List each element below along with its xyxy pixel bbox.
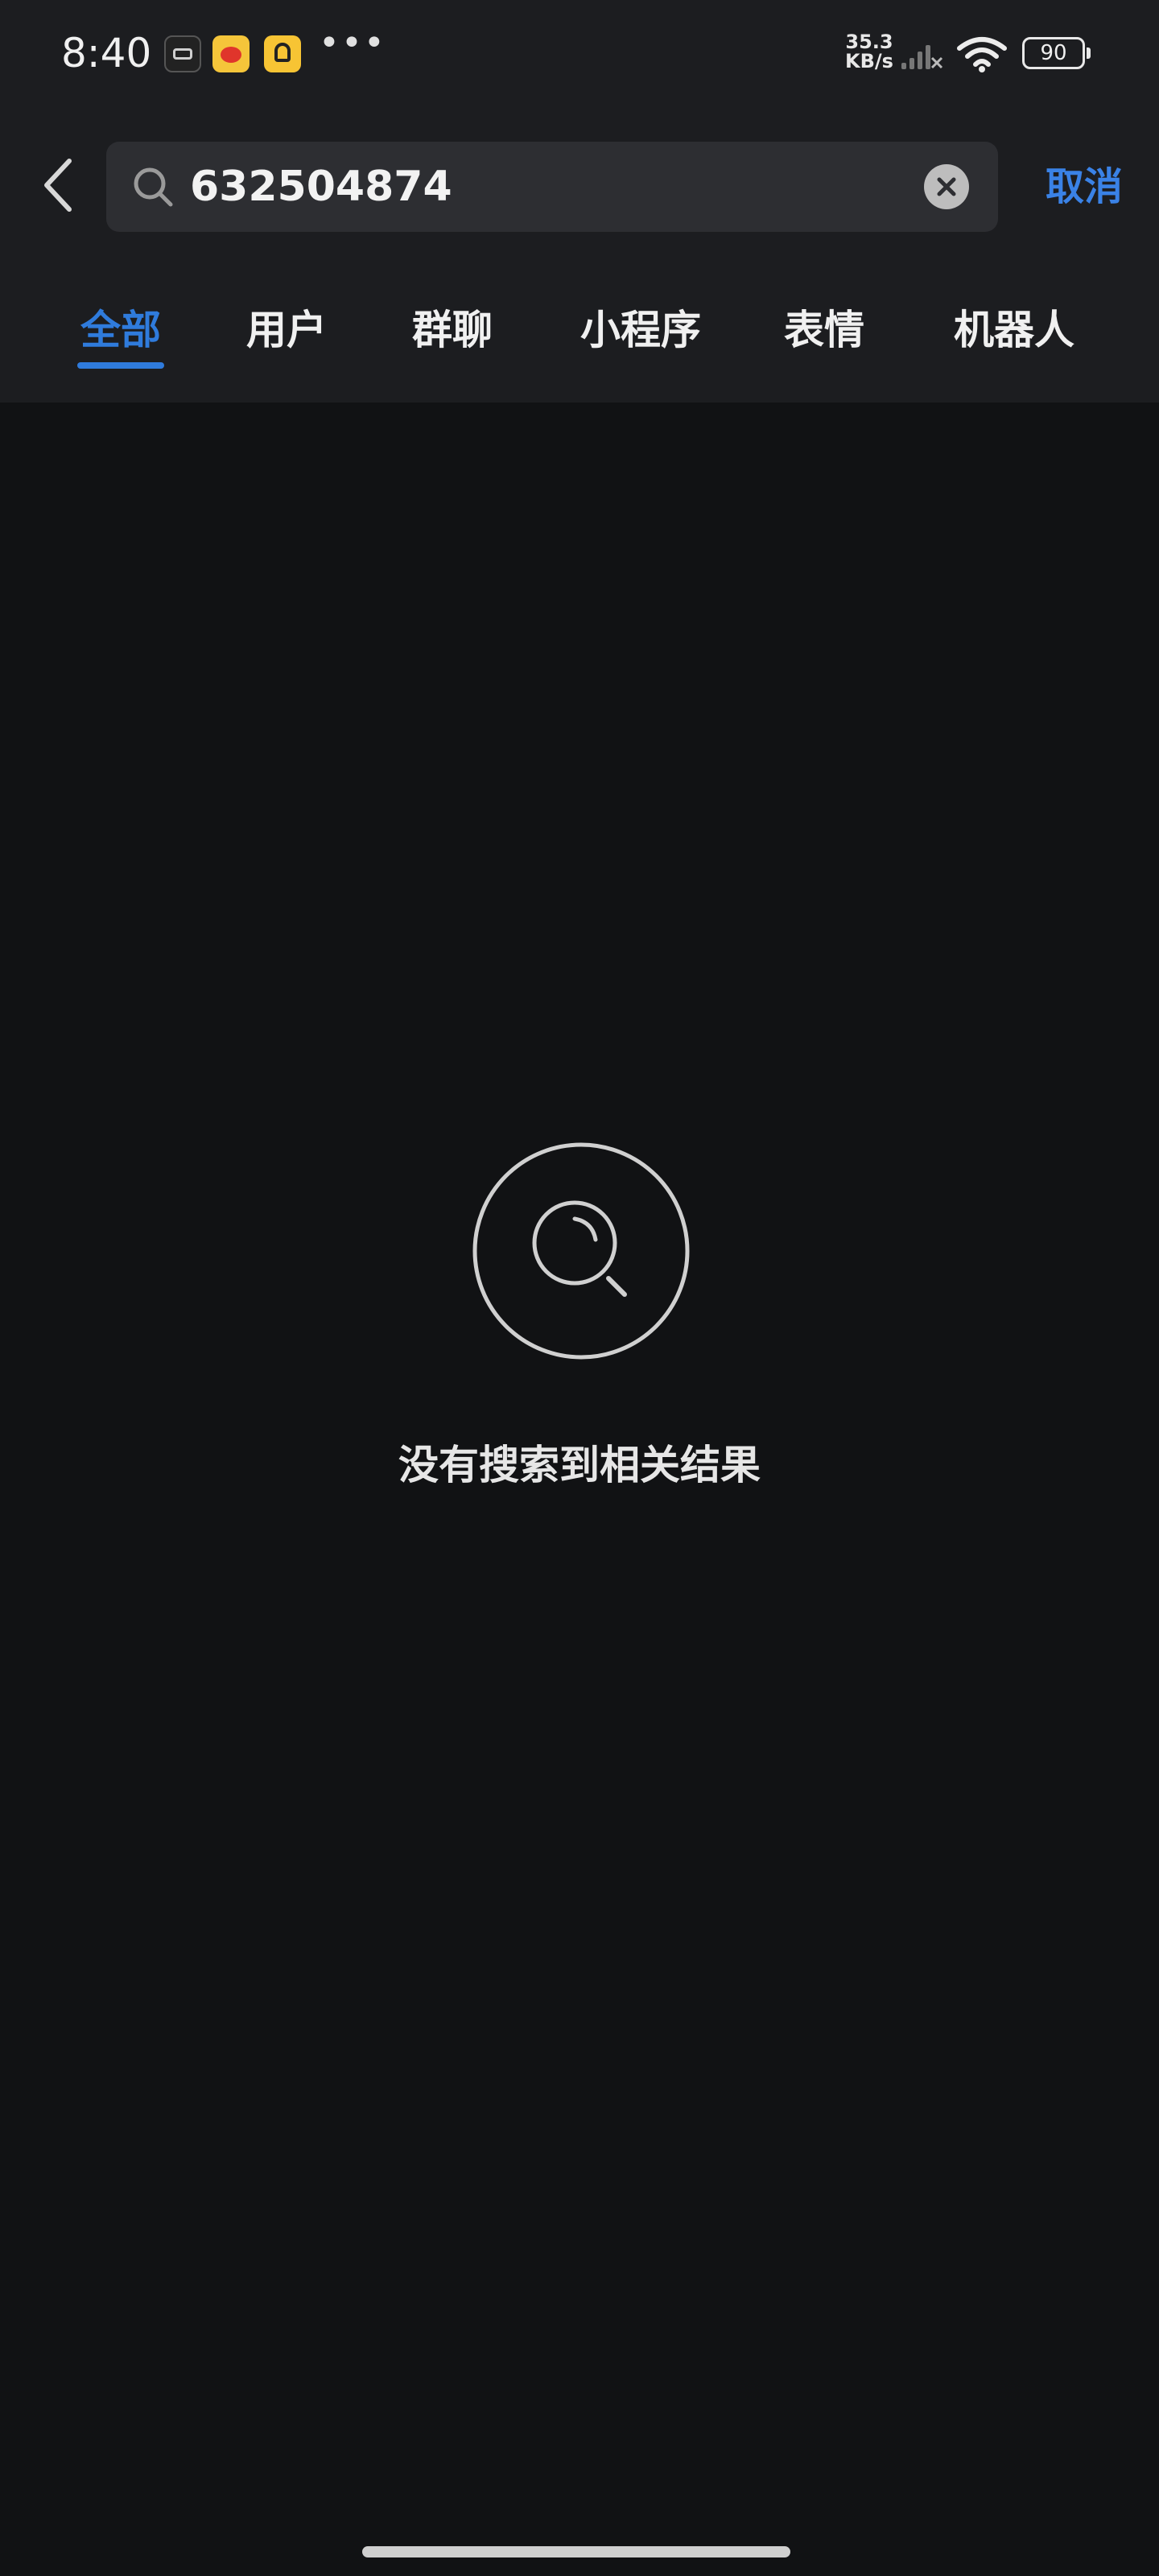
tab-group-chats[interactable]: 群聊 (404, 290, 501, 370)
close-icon (937, 177, 956, 196)
app-icon (264, 35, 301, 72)
weibo-icon (212, 35, 250, 72)
tab-bots[interactable]: 机器人 (942, 290, 1087, 370)
search-input[interactable] (190, 142, 898, 232)
tab-stickers[interactable]: 表情 (776, 290, 872, 370)
search-category-tabs: 全部 用户 群聊 小程序 表情 机器人 (0, 290, 1159, 378)
back-button[interactable] (35, 153, 84, 217)
gaming-app-icon (164, 35, 201, 72)
header: 8:40 ••• 35.3 KB/s 90 632504874 取消 全部 用户… (0, 0, 1159, 402)
clear-search-button[interactable] (924, 164, 969, 209)
network-speed-value: 35.3 (845, 31, 893, 53)
battery-level: 90 (1040, 41, 1067, 65)
cancel-button[interactable]: 取消 (1024, 158, 1145, 216)
wifi-icon (957, 37, 1007, 72)
empty-state-message: 没有搜索到相关结果 (398, 1442, 761, 1488)
search-icon (134, 167, 173, 207)
battery-icon: 90 (1022, 37, 1091, 69)
signal-icon (901, 45, 943, 69)
network-speed: 35.3 KB/s (837, 32, 901, 71)
home-indicator[interactable] (362, 2546, 790, 2557)
status-time: 8:40 (61, 30, 152, 76)
tab-users[interactable]: 用户 (238, 290, 335, 370)
tab-all[interactable]: 全部 (72, 290, 169, 370)
status-bar: 8:40 ••• 35.3 KB/s 90 (0, 0, 1159, 105)
network-speed-unit: KB/s (845, 50, 893, 72)
search-box[interactable] (106, 142, 998, 232)
tab-mini-programs[interactable]: 小程序 (568, 290, 713, 370)
active-tab-indicator (77, 362, 164, 369)
more-dots-icon: ••• (319, 23, 386, 64)
empty-search-icon (472, 1142, 690, 1360)
